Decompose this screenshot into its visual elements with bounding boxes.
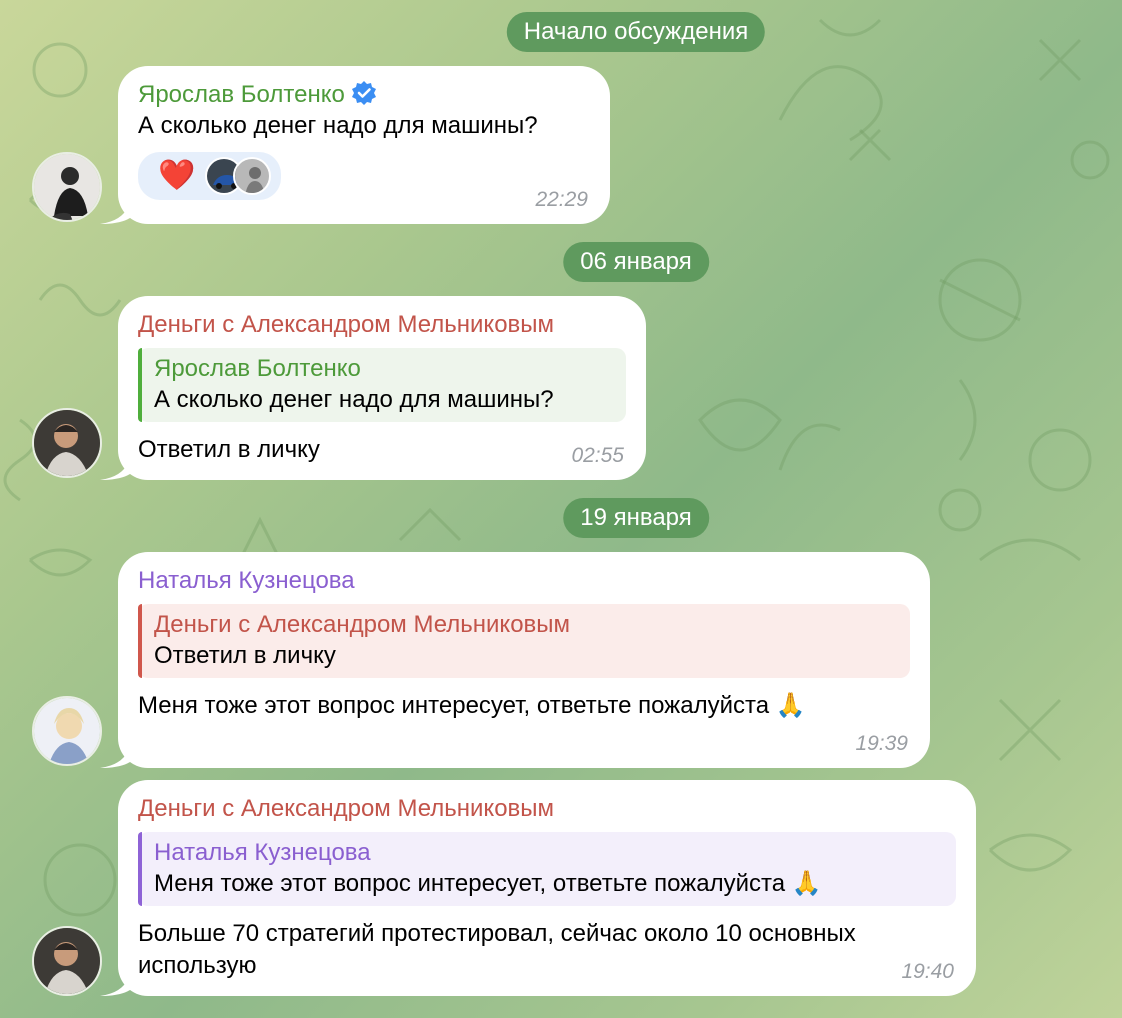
bubble-tail (100, 970, 130, 996)
avatar-photo-icon (34, 928, 100, 994)
avatar-natalya[interactable] (32, 696, 102, 766)
reply-text: Меня тоже этот вопрос интересует, ответь… (154, 870, 822, 897)
sender-name[interactable]: Ярослав Болтенко (138, 80, 590, 110)
heart-reaction-icon: ❤️ (158, 159, 196, 192)
sender-name[interactable]: Наталья Кузнецова (138, 566, 910, 596)
sender-name[interactable]: Деньги с Александром Мельниковым (138, 310, 626, 340)
message-text: Ответил в личку (138, 436, 320, 463)
message-text: Больше 70 стратегий протестировал, сейча… (138, 920, 856, 979)
bubble-tail (100, 454, 130, 480)
reply-author: Наталья Кузнецова (154, 839, 371, 866)
avatar-channel-melnikov[interactable] (32, 408, 102, 478)
message-bubble-1[interactable]: Ярослав Болтенко А сколько денег надо дл… (100, 66, 610, 224)
reply-text: А сколько денег надо для машины? (154, 386, 554, 413)
reply-author: Деньги с Александром Мельниковым (154, 611, 571, 638)
reply-quote[interactable]: Деньги с Александром Мельниковым Ответил… (138, 604, 910, 678)
sender-name[interactable]: Деньги с Александром Мельниковым (138, 794, 956, 824)
reaction-chip[interactable]: ❤️ (138, 152, 282, 200)
message-time: 19:40 (901, 960, 954, 983)
reply-quote[interactable]: Наталья Кузнецова Меня тоже этот вопрос … (138, 832, 956, 906)
bubble-tail (100, 742, 130, 768)
bubble-tail (100, 198, 130, 224)
date-pill-jan19: 19 января (563, 498, 709, 538)
avatar-yaroslav[interactable] (32, 152, 102, 222)
message-bubble-3[interactable]: Наталья Кузнецова Деньги с Александром М… (100, 552, 930, 768)
message-bubble-4[interactable]: Деньги с Александром Мельниковым Наталья… (100, 780, 976, 996)
avatar-photo-icon (34, 410, 100, 476)
reactor-avatar-person (233, 157, 272, 195)
avatar-photo-icon (34, 698, 100, 764)
message-time: 22:29 (535, 188, 588, 211)
reply-text: Ответил в личку (154, 642, 336, 669)
reply-author: Ярослав Болтенко (154, 355, 361, 382)
avatar-channel-melnikov[interactable] (32, 926, 102, 996)
message-time: 19:39 (855, 732, 908, 755)
message-bubble-2[interactable]: Деньги с Александром Мельниковым Ярослав… (100, 296, 646, 480)
avatar-photo-icon (34, 154, 100, 220)
message-text: Меня тоже этот вопрос интересует, ответь… (138, 692, 806, 719)
date-pill-jan6: 06 января (563, 242, 709, 282)
message-text: А сколько денег надо для машины? (138, 112, 538, 139)
reply-quote[interactable]: Ярослав Болтенко А сколько денег надо дл… (138, 348, 626, 422)
date-pill-start: Начало обсуждения (506, 12, 766, 52)
message-time: 02:55 (571, 444, 624, 467)
verified-badge-icon (352, 81, 377, 105)
